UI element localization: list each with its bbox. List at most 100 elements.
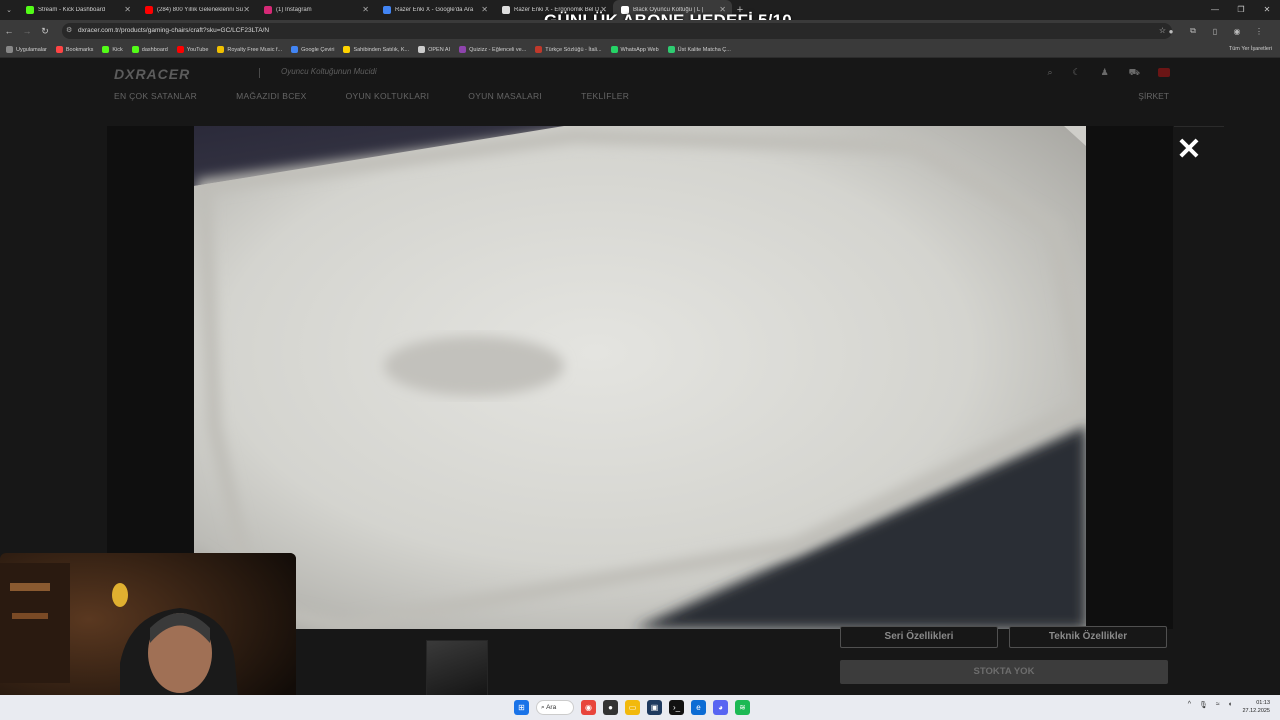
browser-tab[interactable]: (1) Instagram ✕ — [256, 0, 375, 20]
bookmark-item[interactable]: Sahibinden Satılık, K... — [343, 46, 409, 53]
reload-icon[interactable]: ↻ — [36, 26, 54, 37]
minimize-icon[interactable]: — — [1202, 0, 1228, 20]
profile-avatar[interactable]: ◉ — [1230, 24, 1244, 38]
bookmark-item[interactable]: OPEN AI — [418, 46, 450, 53]
site-logo[interactable]: DXRACER — [114, 66, 190, 82]
series-features-button[interactable]: Seri Özellikleri — [840, 626, 998, 648]
tab-title: Razer Enki X - Google'da Ara — [395, 7, 474, 13]
bookmark-item[interactable]: dashboard — [131, 46, 168, 53]
bookmark-item[interactable]: Google Çeviri — [291, 46, 334, 53]
bookmark-favicon-icon — [102, 46, 110, 53]
bookmark-label: Sahibinden Satılık, K... — [353, 46, 410, 53]
tab-favicon-icon — [264, 6, 272, 14]
bookmark-label: Bookmarks — [65, 46, 94, 53]
header-icons: ⌕ ☾ ♟ ⛟ — [1047, 67, 1172, 79]
mic-icon[interactable]: 🎙 — [1199, 701, 1208, 709]
extension-icon[interactable]: ● — [1164, 24, 1178, 38]
bookmark-favicon-icon — [459, 46, 467, 53]
bookmark-item[interactable]: YouTube — [176, 46, 208, 53]
back-icon[interactable]: ← — [0, 26, 18, 36]
product-zoom-image[interactable] — [194, 126, 1086, 629]
search-icon[interactable]: ⌕ — [1047, 67, 1052, 79]
system-tray: ^ 🎙 ≈ ◖ — [1188, 701, 1232, 709]
bookmark-label: Uygulamalar — [16, 46, 47, 53]
site-info-icon[interactable]: ⚙ — [66, 23, 72, 39]
bookmark-label: Üst Kalite Matcha Ç... — [677, 46, 731, 53]
tab-favicon-icon — [383, 6, 391, 14]
edge-icon[interactable]: e — [691, 700, 706, 715]
bookmark-favicon-icon — [667, 46, 675, 53]
bookmark-favicon-icon — [418, 46, 426, 53]
sidebar-icon[interactable]: ▯ — [1208, 24, 1222, 38]
bookmark-favicon-icon — [55, 46, 63, 53]
close-tab-icon[interactable]: ✕ — [243, 5, 250, 14]
account-icon[interactable]: ♟ — [1101, 67, 1109, 79]
terminal-icon[interactable]: ›_ — [669, 700, 684, 715]
maximize-icon[interactable]: ❐ — [1228, 0, 1254, 20]
nav-item[interactable]: EN ÇOK SATANLAR — [114, 91, 197, 101]
bookmark-item[interactable]: WhatsApp Web — [610, 46, 659, 53]
logo-divider — [259, 68, 260, 78]
discord-icon[interactable]: ◕ — [713, 700, 728, 715]
tab-search-icon[interactable]: ⌄ — [0, 0, 18, 20]
nav-item[interactable]: OYUN KOLTUKLARI — [346, 91, 430, 101]
app-icon[interactable]: ▣ — [647, 700, 662, 715]
file-explorer-icon[interactable]: ▭ — [625, 700, 640, 715]
site-tagline: Oyuncu Koltuğunun Mucidi — [281, 67, 377, 76]
close-window-icon[interactable]: ✕ — [1254, 0, 1280, 20]
language-flag-icon[interactable] — [1158, 68, 1170, 77]
close-lightbox-icon[interactable]: ✕ — [1175, 135, 1203, 165]
bookmark-item[interactable]: Üst Kalite Matcha Ç... — [667, 46, 731, 53]
bookmark-favicon-icon — [131, 46, 139, 53]
menu-icon[interactable]: ⋮ — [1252, 24, 1266, 38]
start-icon[interactable]: ⊞ — [514, 700, 529, 715]
bookmark-label: WhatsApp Web — [620, 46, 659, 53]
nav-company[interactable]: ŞİRKET — [1138, 91, 1169, 101]
close-tab-icon[interactable]: ✕ — [481, 5, 488, 14]
bookmark-item[interactable]: Kick — [102, 46, 123, 53]
technical-specs-button[interactable]: Teknik Özellikler — [1009, 626, 1167, 648]
taskbar: ⊞ ⌕ Ara ◉ ● ▭ ▣ ›_ e ◕ ≋ ^ 🎙 ≈ ◖ 01:13 2… — [0, 695, 1280, 720]
bookmark-item[interactable]: Uygulamalar — [6, 46, 47, 53]
wifi-icon[interactable]: ≈ — [1216, 701, 1220, 709]
product-thumbnail[interactable] — [426, 640, 488, 696]
nav-item[interactable]: OYUN MASALARI — [468, 91, 542, 101]
bookmark-item[interactable]: Bookmarks — [55, 46, 94, 53]
bookmark-label: Royalty Free Music f... — [227, 46, 283, 53]
bookmark-label: dashboard — [141, 46, 168, 53]
bookmark-item[interactable]: Türkçe Sözlüğü - İtali... — [535, 46, 602, 53]
bookmark-label: OPEN AI — [428, 46, 451, 53]
browser-tab[interactable]: Stream - Kick Dashboard ✕ — [18, 0, 137, 20]
volume-icon[interactable]: ◖ — [1228, 701, 1232, 709]
out-of-stock-button[interactable]: STOKTA YOK — [840, 660, 1168, 684]
spotify-icon[interactable]: ≋ — [735, 700, 750, 715]
close-tab-icon[interactable]: ✕ — [362, 5, 369, 14]
bookmarks-bar: Uygulamalar Bookmarks Kick dashboard YouTube… — [0, 42, 1280, 58]
nav-item[interactable]: MAĞAZIDI BCEX — [236, 91, 307, 101]
bookmark-favicon-icon — [291, 46, 299, 53]
dark-mode-icon[interactable]: ☾ — [1073, 67, 1081, 79]
browser-tab[interactable]: (284) 800 Yıllık Geleneklerini Sü ✕ — [137, 0, 256, 20]
bookmark-favicon-icon — [176, 46, 184, 53]
bookmark-item[interactable]: Quizizz - Eğlenceli ve... — [459, 46, 526, 53]
clock[interactable]: 01:13 27.12.2025 — [1242, 699, 1270, 715]
all-bookmarks-link[interactable]: Tüm Yer İşaretleri — [1229, 46, 1272, 52]
tab-title: (284) 800 Yıllık Geleneklerini Sü — [157, 7, 243, 13]
tab-favicon-icon — [145, 6, 153, 14]
tray-chevron-icon[interactable]: ^ — [1188, 701, 1191, 709]
main-nav: EN ÇOK SATANLAR MAĞAZIDI BCEX OYUN KOLTUKL… — [114, 91, 629, 101]
tab-title: Stream - Kick Dashboard — [38, 7, 106, 13]
url-input[interactable]: ⚙ dxracer.com.tr/products/gaming-chairs/… — [62, 23, 1172, 39]
extensions-puzzle-icon[interactable]: ⧉ — [1186, 24, 1200, 38]
divider — [1174, 126, 1224, 127]
bookmark-favicon-icon — [343, 46, 351, 53]
forward-icon[interactable]: → — [18, 26, 36, 36]
close-tab-icon[interactable]: ✕ — [124, 5, 131, 14]
browser-tab[interactable]: Razer Enki X - Google'da Ara ✕ — [375, 0, 494, 20]
chrome-icon[interactable]: ◉ — [581, 700, 596, 715]
bookmark-item[interactable]: Royalty Free Music f... — [217, 46, 282, 53]
nav-item[interactable]: TEKLİFLER — [581, 91, 629, 101]
obs-icon[interactable]: ● — [603, 700, 618, 715]
taskbar-search[interactable]: ⌕ Ara — [536, 700, 574, 715]
cart-icon[interactable]: ⛟ — [1129, 67, 1140, 79]
